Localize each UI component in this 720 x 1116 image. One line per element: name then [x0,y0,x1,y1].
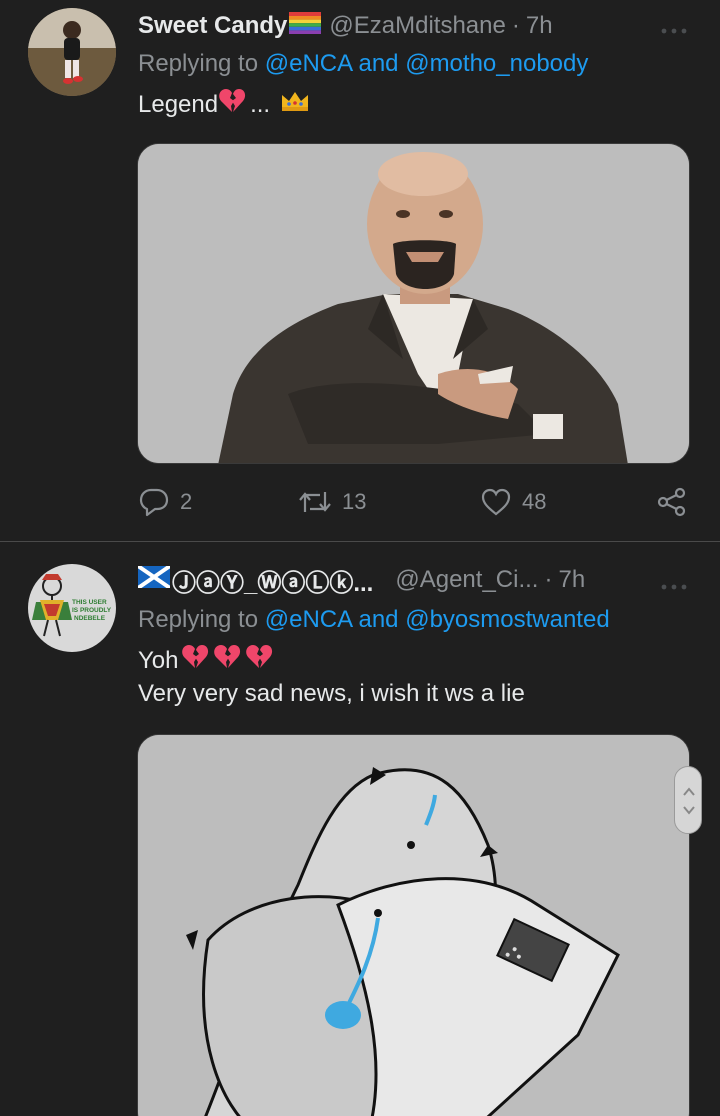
timestamp[interactable]: 7h [558,566,585,594]
tweet-header: ⒿⓐⓎ_ⓌⓐⓁⓚ... @Agent_Ci... · 7h [136,562,585,598]
scroll-handle[interactable] [674,766,702,834]
action-bar: 2 13 48 [138,482,690,522]
handle[interactable]: @Agent_Ci... [395,566,538,594]
tweet[interactable]: THIS USER IS PROUDLY NDEBELE ⒿⓐⓎ_ⓌⓐⓁⓚ...… [0,548,720,1116]
tweet-text-line1: Yoh [138,646,179,674]
reply-icon [138,486,170,518]
tweet-text-line2: Very very sad news, i wish it ws a lie [138,680,525,707]
mention-link[interactable]: @eNCA [265,606,352,633]
more-icon[interactable] [660,578,688,590]
mention-link[interactable]: @motho_nobody [405,50,588,77]
like-button[interactable]: 48 [480,482,546,522]
avatar[interactable]: THIS USER IS PROUDLY NDEBELE [28,564,116,652]
broken-heart-icon [218,88,246,121]
replying-to: Replying to @eNCA and @motho_nobody [138,50,588,78]
tweet-text: Very very sad news, i wish it ws a lie [138,680,525,708]
tweet-image[interactable] [137,143,690,464]
retweet-icon [298,486,332,518]
replying-prefix: Replying to [138,606,259,633]
reply-button[interactable]: 2 [138,482,192,522]
avatar-text: NDEBELE [74,615,106,622]
replying-to: Replying to @eNCA and @byosmostwanted [138,606,610,634]
retweet-count: 13 [342,489,367,514]
rainbow-flag-icon [289,11,322,41]
tweet-image[interactable] [137,734,690,1116]
avatar-text: THIS USER [72,599,107,606]
broken-heart-icon [245,644,273,677]
separator: · [544,566,553,593]
handle[interactable]: @EzaMditshane [329,12,505,40]
tweet-text: Yoh [138,644,273,677]
mention-link[interactable]: @byosmostwanted [405,606,609,633]
mention-and: and [358,50,399,77]
more-icon[interactable] [660,22,688,34]
avatar[interactable] [28,8,116,96]
mention-and: and [358,606,399,633]
avatar-text: IS PROUDLY [72,607,112,614]
share-button[interactable] [656,482,688,522]
broken-heart-icon [181,644,209,677]
tweet-divider [0,541,720,542]
retweet-button[interactable]: 13 [298,482,366,522]
tweet-text: Legend ... [138,88,310,121]
timestamp[interactable]: 7h [526,12,553,40]
mention-link[interactable]: @eNCA [265,50,352,77]
tweet[interactable]: Sweet Candy @EzaMditshane · 7h Replying … [0,0,720,540]
tweet-text-body: Legend [138,90,219,118]
reply-count: 2 [180,489,193,514]
broken-heart-icon [213,644,241,677]
display-name[interactable]: ⒿⓐⓎ_ⓌⓐⓁⓚ... [172,563,373,598]
tweet-text-suffix: ... [250,90,271,118]
like-count: 48 [522,489,547,514]
share-icon [656,486,688,518]
tweet-header: Sweet Candy @EzaMditshane · 7h [138,8,553,44]
separator: · [511,12,520,39]
like-icon [480,487,512,517]
replying-prefix: Replying to [138,50,259,77]
display-name[interactable]: Sweet Candy [138,12,287,40]
crown-icon [280,89,310,120]
scotland-flag-icon [136,563,172,595]
